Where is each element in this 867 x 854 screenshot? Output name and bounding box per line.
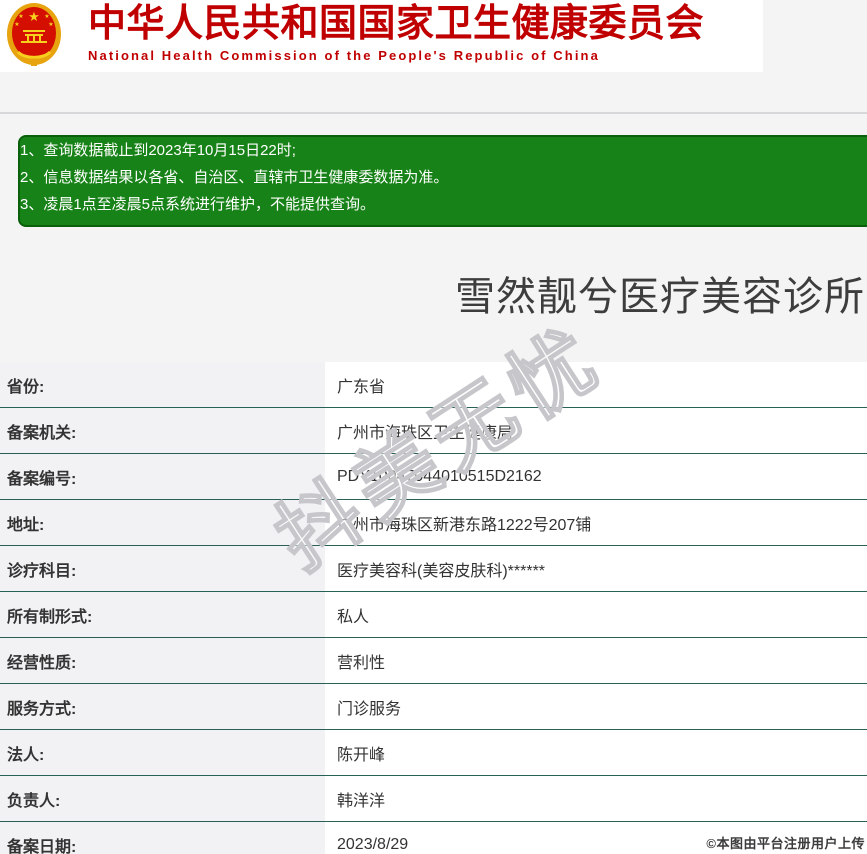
field-label: 地址: (0, 500, 325, 545)
field-label: 法人: (0, 730, 325, 775)
table-row: 诊疗科目: 医疗美容科(美容皮肤科)****** (0, 546, 867, 592)
field-label: 省份: (0, 362, 325, 407)
site-title-cn: 中华人民共和国国家卫生健康委员会 (88, 3, 705, 45)
svg-text:★: ★ (28, 9, 40, 24)
field-value: 陈开峰 (325, 730, 867, 775)
field-value: 门诊服务 (325, 684, 867, 729)
field-value: 广州市海珠区卫生健康局 (325, 408, 867, 453)
table-row: 备案机关: 广州市海珠区卫生健康局 (0, 408, 867, 454)
svg-text:★: ★ (14, 21, 19, 28)
field-label: 负责人: (0, 776, 325, 821)
header-divider (0, 112, 867, 114)
field-value: 韩洋洋 (325, 776, 867, 821)
notice-box: 1、查询数据截止到2023年10月15日22时; 2、信息数据结果以各省、自治区、… (18, 135, 867, 227)
field-value: 广东省 (325, 362, 867, 407)
table-row: 所有制形式: 私人 (0, 592, 867, 638)
table-row: 地址: 广州市海珠区新港东路1222号207铺 (0, 500, 867, 546)
national-emblem-icon: ★ ★ ★ ★ ★ (7, 3, 61, 66)
field-label: 经营性质: (0, 638, 325, 683)
field-label: 所有制形式: (0, 592, 325, 637)
notice-line: 1、查询数据截止到2023年10月15日22时; (20, 142, 296, 159)
table-row: 服务方式: 门诊服务 (0, 684, 867, 730)
svg-text:★: ★ (18, 13, 23, 20)
table-row: 经营性质: 营利性 (0, 638, 867, 684)
field-label: 备案编号: (0, 454, 325, 499)
field-label: 备案机关: (0, 408, 325, 453)
table-row: 省份: 广东省 (0, 362, 867, 408)
copyright-note: ©本图由平台注册用户上传 (706, 836, 865, 851)
field-value: 私人 (325, 592, 867, 637)
site-title-en: National Health Commission of the People… (88, 48, 600, 63)
notice-line: 3、凌晨1点至凌晨5点系统进行维护，不能提供查询。 (20, 196, 376, 213)
table-row: 备案编号: PDY10047044010515D2162 (0, 454, 867, 500)
clinic-name-title: 雪然靓兮医疗美容诊所 (455, 275, 865, 319)
svg-text:★: ★ (44, 13, 49, 20)
field-value: 营利性 (325, 638, 867, 683)
notice-line: 2、信息数据结果以各省、自治区、直辖市卫生健康委数据为准。 (20, 169, 449, 186)
field-label: 备案日期: (0, 822, 325, 854)
field-value: 广州市海珠区新港东路1222号207铺 (325, 500, 867, 545)
record-table: 省份: 广东省 备案机关: 广州市海珠区卫生健康局 备案编号: PDY10047… (0, 362, 867, 854)
site-title-block: 中华人民共和国国家卫生健康委员会 National Health Commiss… (88, 2, 704, 63)
site-header: ★ ★ ★ ★ ★ 中华人民共和国国家卫生健康委员会 National Heal… (0, 0, 763, 72)
field-label: 服务方式: (0, 684, 325, 729)
field-label: 诊疗科目: (0, 546, 325, 591)
field-value: PDY10047044010515D2162 (325, 454, 867, 499)
table-row: 负责人: 韩洋洋 (0, 776, 867, 822)
table-row: 法人: 陈开峰 (0, 730, 867, 776)
svg-text:★: ★ (48, 21, 53, 28)
field-value: 医疗美容科(美容皮肤科)****** (325, 546, 867, 591)
